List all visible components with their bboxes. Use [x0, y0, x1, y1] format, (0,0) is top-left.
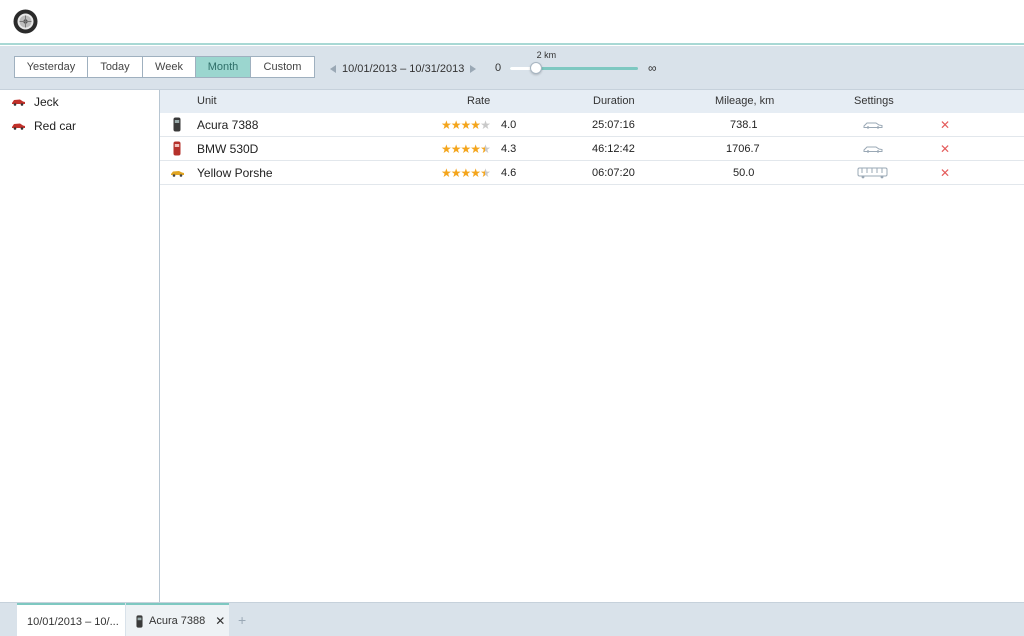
- star-icon: ★: [450, 118, 462, 132]
- bus-icon[interactable]: [857, 167, 889, 179]
- close-icon[interactable]: ✕: [215, 604, 225, 636]
- star-icon: ★: [470, 142, 481, 156]
- filter-toolbar: Yesterday Today Week Month Custom 10/01/…: [0, 46, 1024, 90]
- header-settings: Settings: [854, 95, 894, 107]
- period-selector: Yesterday Today Week Month Custom: [14, 56, 315, 78]
- rate-value: 4.3: [501, 143, 517, 155]
- period-yesterday-button[interactable]: Yesterday: [15, 57, 88, 77]
- table-row[interactable]: BMW 530D ★★★★★ 4.3 46:12:42 1706.7 ✕: [160, 137, 1024, 161]
- sedan-icon[interactable]: [863, 121, 883, 129]
- star-icon: ★: [470, 118, 481, 132]
- yellow-car-icon: [171, 171, 184, 177]
- delete-icon[interactable]: ✕: [940, 161, 950, 185]
- sidebar-item-label: Jeck: [34, 95, 59, 109]
- duration-value: 46:12:42: [592, 143, 635, 155]
- period-today-button[interactable]: Today: [88, 57, 143, 77]
- app-header: [0, 0, 1024, 45]
- date-range-label: 10/01/2013 – 10/31/2013: [342, 63, 465, 75]
- tire-logo-icon[interactable]: [13, 9, 38, 34]
- units-table: Unit Rate Duration Mileage, km Settings …: [160, 90, 1024, 602]
- header-mileage[interactable]: Mileage, km: [715, 90, 774, 113]
- period-month-button[interactable]: Month: [196, 57, 251, 77]
- period-custom-button[interactable]: Custom: [251, 57, 314, 77]
- rate-value: 4.0: [501, 119, 517, 131]
- duration-value: 25:07:16: [592, 119, 635, 131]
- add-tab-icon[interactable]: +: [238, 603, 246, 636]
- star-icon: ★: [460, 142, 472, 156]
- star-icon: ★: [470, 166, 481, 180]
- star-icon: ★: [441, 118, 452, 132]
- unit-name[interactable]: BMW 530D: [197, 137, 258, 161]
- tab-label: Acura 7388: [149, 615, 206, 627]
- period-week-button[interactable]: Week: [143, 57, 196, 77]
- sidebar-item-red-car[interactable]: Red car: [0, 114, 159, 138]
- table-row[interactable]: Acura 7388 ★★★★★ 4.0 25:07:16 738.1 ✕: [160, 113, 1024, 137]
- rating-stars: ★★★★★: [441, 113, 491, 137]
- next-period-icon[interactable]: [470, 65, 477, 73]
- star-icon: ★: [480, 118, 491, 132]
- star-icon: ★: [460, 118, 472, 132]
- header-duration[interactable]: Duration: [593, 90, 635, 113]
- black-phone-car-icon: [173, 117, 181, 132]
- star-icon: ★: [480, 142, 491, 156]
- unit-name[interactable]: Acura 7388: [197, 113, 258, 137]
- star-icon: ★: [441, 166, 452, 180]
- sidebar-item-label: Red car: [34, 119, 77, 133]
- mileage-slider-thumb[interactable]: [529, 62, 542, 74]
- red-phone-car-icon: [173, 141, 181, 156]
- unit-sidebar: Jeck Red car: [0, 90, 160, 602]
- date-range: 10/01/2013 – 10/31/2013: [330, 62, 477, 76]
- star-icon: ★: [480, 166, 491, 180]
- header-rate[interactable]: Rate: [467, 90, 490, 113]
- black-phone-car-icon: [136, 614, 143, 628]
- slider-value-label: 2 km: [536, 50, 557, 60]
- mileage-value: 738.1: [730, 119, 758, 131]
- tab-date-range[interactable]: 10/01/2013 – 10/...: [17, 603, 125, 636]
- table-header: Unit Rate Duration Mileage, km Settings: [160, 90, 1024, 113]
- star-icon: ★: [450, 142, 462, 156]
- sidebar-item-jeck[interactable]: Jeck: [0, 90, 159, 114]
- mileage-value: 1706.7: [726, 143, 760, 155]
- red-car-icon: [12, 123, 25, 130]
- sedan-icon[interactable]: [863, 145, 883, 153]
- star-icon: ★: [441, 142, 452, 156]
- unit-name[interactable]: Yellow Porshe: [197, 161, 273, 185]
- mileage-value: 50.0: [733, 167, 755, 179]
- star-icon: ★: [460, 166, 472, 180]
- delete-icon[interactable]: ✕: [940, 113, 950, 137]
- delete-icon[interactable]: ✕: [940, 137, 950, 161]
- rating-stars: ★★★★★: [441, 161, 491, 185]
- red-car-icon: [12, 99, 25, 106]
- table-row[interactable]: Yellow Porshe ★★★★★ 4.6 06:07:20 50.0 ✕: [160, 161, 1024, 185]
- slider-min-label: 0: [495, 62, 502, 74]
- rate-value: 4.6: [501, 167, 517, 179]
- bottom-tab-bar: 10/01/2013 – 10/... Acura 7388 ✕ +: [0, 602, 1024, 636]
- prev-period-icon[interactable]: [330, 65, 336, 73]
- duration-value: 06:07:20: [592, 167, 635, 179]
- star-icon: ★: [450, 166, 462, 180]
- rating-stars: ★★★★★: [441, 137, 491, 161]
- tab-unit-acura[interactable]: Acura 7388 ✕: [126, 603, 229, 636]
- header-unit[interactable]: Unit: [197, 90, 217, 113]
- slider-max-label: ∞: [648, 61, 657, 75]
